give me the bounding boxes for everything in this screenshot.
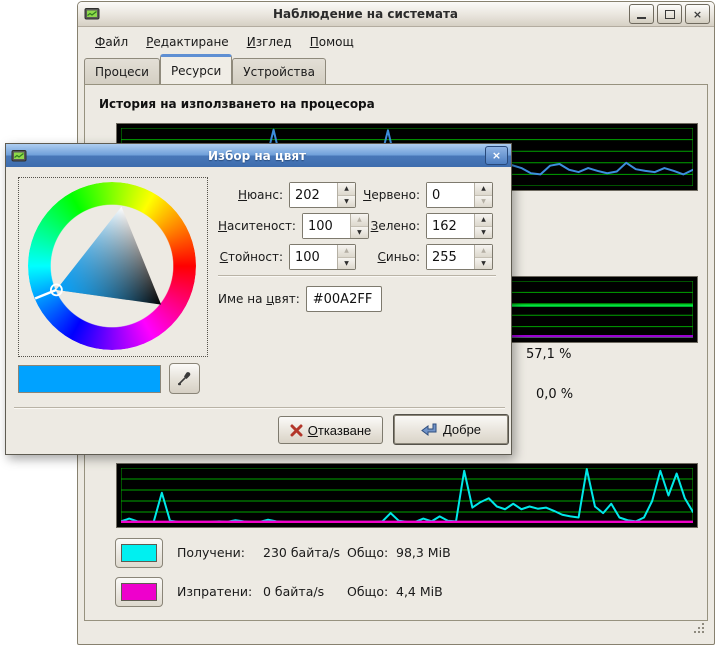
hue-spin-up[interactable]: ▲ (338, 183, 355, 196)
blue-row: Синьо: ▲▼ (362, 244, 493, 270)
minimize-icon (637, 10, 646, 19)
blue-input[interactable] (427, 245, 474, 269)
dialog-app-icon (11, 148, 27, 164)
hue-label: Нюанс: (218, 188, 289, 202)
tab-bar: Процеси Ресурси Устройства (84, 57, 708, 84)
saturation-row: Наситеност: ▲▼ (218, 213, 356, 239)
network-history-chart (116, 463, 698, 528)
resize-grip[interactable] (693, 622, 706, 638)
dialog-titlebar[interactable]: Избор на цвят × (6, 144, 511, 167)
color-name-label: Име на цвят: (218, 292, 306, 306)
current-color-swatch (18, 365, 161, 393)
swap-percent: 0,0 % (536, 387, 573, 402)
system-monitor-app-icon (84, 6, 100, 22)
eyedropper-button[interactable] (169, 363, 200, 394)
green-label: Зелено: (362, 219, 426, 233)
received-rate: 230 байта/s (263, 545, 340, 560)
sent-color-button[interactable] (115, 577, 163, 607)
tab-processes[interactable]: Процеси (84, 58, 160, 84)
blue-label: Синьо: (362, 250, 426, 264)
color-picker-dialog: Избор на цвят × Нюа (5, 143, 512, 455)
sent-total: 4,4 MiB (396, 584, 443, 599)
red-row: Червено: ▲▼ (362, 182, 493, 208)
maximize-button[interactable] (657, 4, 682, 24)
color-name-row: Име на цвят: (218, 286, 458, 312)
tab-devices[interactable]: Устройства (232, 58, 326, 84)
color-wheel-box (18, 177, 208, 357)
cancel-button[interactable]: Отказване (278, 416, 383, 444)
sent-label: Изпратени: (177, 584, 252, 599)
memory-percent: 57,1 % (526, 347, 571, 362)
sent-total-label: Общо: (347, 584, 388, 599)
eyedropper-icon (176, 370, 193, 387)
saturation-label: Наситеност: (218, 219, 302, 233)
close-button[interactable]: × (685, 4, 710, 24)
red-input[interactable] (427, 183, 474, 207)
value-spin-down[interactable]: ▼ (338, 258, 355, 270)
cpu-history-title: История на използването на процесора (99, 97, 375, 111)
color-name-input[interactable] (307, 292, 381, 307)
received-color-swatch (121, 544, 157, 562)
close-icon: × (693, 9, 702, 20)
window-controls: × (629, 4, 710, 24)
ok-button[interactable]: Добре (393, 414, 509, 445)
value-row: Стойност: ▲▼ (218, 244, 356, 270)
hue-row: Нюанс: ▲▼ (218, 182, 356, 208)
red-spin-down[interactable]: ▼ (475, 196, 492, 208)
sent-rate: 0 байта/s (263, 584, 324, 599)
received-label: Получени: (177, 545, 245, 560)
main-titlebar[interactable]: Наблюдение на системата × (78, 2, 714, 27)
received-total-label: Общо: (347, 545, 388, 560)
dialog-close-icon: × (492, 150, 501, 161)
received-color-button[interactable] (115, 538, 163, 568)
status-bar (80, 620, 712, 642)
dialog-close-button[interactable]: × (485, 146, 508, 165)
minimize-button[interactable] (629, 4, 654, 24)
red-label: Червено: (362, 188, 426, 202)
hue-ring[interactable] (28, 182, 196, 350)
sent-color-swatch (121, 583, 157, 601)
green-row: Зелено: ▲▼ (362, 213, 493, 239)
red-spin-up[interactable]: ▲ (475, 183, 492, 196)
blue-spin-up[interactable]: ▲ (475, 245, 492, 258)
menu-file[interactable]: Файл (86, 31, 137, 53)
dialog-title: Избор на цвят (29, 149, 485, 163)
green-input[interactable] (427, 214, 474, 238)
saturation-input[interactable] (303, 214, 350, 238)
buttons-separator (14, 407, 505, 409)
menu-help[interactable]: Помощ (301, 31, 363, 53)
main-window-title: Наблюдение на системата (102, 7, 629, 21)
fields-separator (218, 275, 496, 277)
value-spin-up[interactable]: ▲ (338, 245, 355, 258)
ok-return-icon (421, 423, 438, 437)
maximize-icon (665, 10, 675, 19)
value-input[interactable] (290, 245, 337, 269)
menu-edit[interactable]: Редактиране (137, 31, 238, 53)
received-total: 98,3 MiB (396, 545, 451, 560)
menubar: Файл Редактиране Изглед Помощ (80, 29, 712, 55)
green-spin-up[interactable]: ▲ (475, 214, 492, 227)
hue-spin-down[interactable]: ▼ (338, 196, 355, 208)
value-label: Стойност: (218, 250, 289, 264)
tab-resources[interactable]: Ресурси (160, 54, 232, 84)
cancel-x-icon (290, 424, 303, 437)
blue-spin-down[interactable]: ▼ (475, 258, 492, 270)
green-spin-down[interactable]: ▼ (475, 227, 492, 239)
hue-input[interactable] (290, 183, 337, 207)
menu-view[interactable]: Изглед (238, 31, 301, 53)
